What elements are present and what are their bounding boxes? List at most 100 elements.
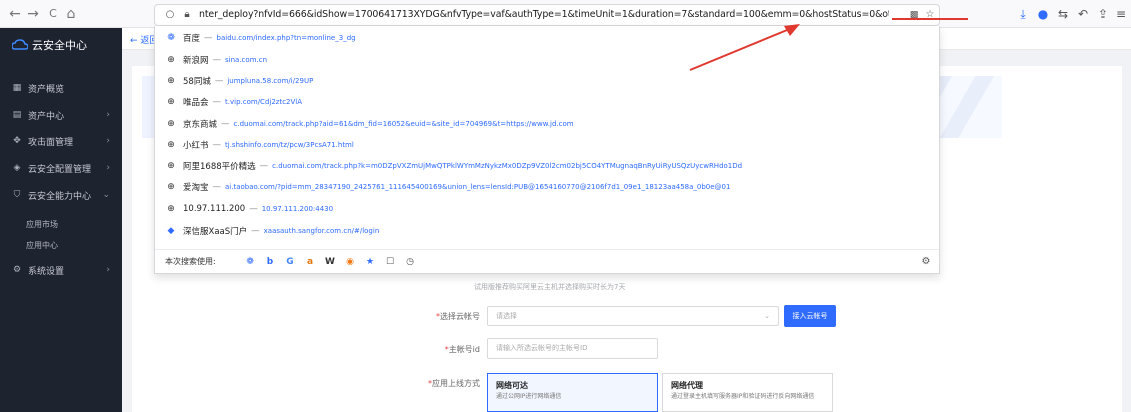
- suggestion-title: 10.97.111.200: [183, 204, 246, 214]
- separator: —: [259, 161, 269, 171]
- suggestion-row[interactable]: ⊕ 58同城 — jumpluna.58.com/i/29UP: [165, 71, 925, 91]
- suggestion-row[interactable]: ⊕ 小红书 — tj.shshinfo.com/tz/pcw/3PcsA71.h…: [165, 135, 925, 155]
- suggestion-url: xaasauth.sangfor.com.cn/#/login: [263, 227, 380, 235]
- option-desc: 通过公网IP进行网络通信: [496, 393, 562, 400]
- option-network-proxy[interactable]: 网络代理 通过登录主机填写服务器IP和验证码进行反向网络通信: [662, 373, 833, 412]
- google-engine-icon[interactable]: G: [283, 255, 297, 269]
- grid-icon: ▦: [12, 83, 22, 93]
- sangfor-icon: ◆: [167, 226, 175, 236]
- suggestion-title: 新浪网: [183, 56, 209, 66]
- suggestion-url: 10.97.111.200:4430: [261, 205, 334, 213]
- globe-icon: ⊕: [167, 76, 175, 86]
- document-icon: ▤: [12, 110, 22, 120]
- chevron-down-icon: ⌄: [102, 190, 110, 200]
- sidebar-item-label: 资产中心: [28, 111, 65, 122]
- history-icon[interactable]: ◷: [403, 255, 417, 269]
- sidebar-subitem-app-market[interactable]: 应用市场: [0, 215, 122, 233]
- sidebar-item-cloud-config[interactable]: ◈ 云安全配置管理 ›: [0, 158, 122, 178]
- sidebar-item-label: 攻击面管理: [28, 137, 74, 148]
- option-network-reachable[interactable]: 网络可达 通过公网IP进行网络通信: [487, 373, 658, 412]
- sidebar: 云安全中心 ▦ 资产概览 ▤ 资产中心 › ✥ 攻击面管理 › ◈ 云安全配置管…: [0, 28, 122, 412]
- suggestion-title: 阿里1688平价精选: [183, 162, 256, 172]
- globe-plain-icon: ⊕: [167, 204, 175, 214]
- suggestion-row[interactable]: ⊕ 唯品会 — t.vip.com/Cdj2ztc2VlA: [165, 92, 925, 112]
- brand-logo[interactable]: 云安全中心: [12, 37, 87, 53]
- duckduckgo-engine-icon[interactable]: ◉: [343, 255, 357, 269]
- annotation-arrow: [689, 24, 800, 71]
- option-title: 网络可达: [496, 381, 528, 390]
- suggestion-row[interactable]: ⊕ 爱淘宝 — ai.taobao.com/?pid=mm_28347190_2…: [165, 177, 925, 197]
- reload-icon[interactable]: C: [44, 5, 62, 23]
- colorful-extension-icon[interactable]: ●: [1034, 5, 1052, 23]
- sidebar-item-attack-surface[interactable]: ✥ 攻击面管理 ›: [0, 131, 122, 151]
- globe-icon: ⊕: [167, 119, 175, 129]
- back-icon[interactable]: ←: [6, 5, 24, 23]
- shield-icon: ⛉: [13, 190, 21, 200]
- globe-icon: ⊕: [167, 97, 175, 107]
- config-icon: ◈: [13, 163, 21, 173]
- account-label-text: 选择云帐号: [440, 312, 480, 321]
- separator: —: [204, 33, 213, 43]
- suggestion-title: 京东商城: [183, 120, 218, 130]
- cloud-logo-icon: [12, 39, 28, 50]
- deploy-mode-label: *应用上线方式: [400, 378, 480, 389]
- suggestion-title: 小红书: [183, 141, 209, 151]
- connect-cloud-account-button[interactable]: 接入云帐号: [784, 305, 836, 327]
- suggestion-row[interactable]: ⊕ 京东商城 — c.duomai.com/track.php?aid=61&d…: [165, 114, 925, 134]
- suggestion-title: 深信服XaaS门户: [183, 227, 248, 237]
- chevron-right-icon: ›: [106, 136, 110, 146]
- globe-icon: ⊕: [167, 55, 175, 65]
- suggestion-url: t.vip.com/Cdj2ztc2VlA: [225, 98, 303, 106]
- suggestion-url: ai.taobao.com/?pid=mm_28347190_2425761_1…: [225, 183, 731, 191]
- select-placeholder: 请选择: [496, 312, 517, 320]
- suggestion-row[interactable]: ⊕ 10.97.111.200 — 10.97.111.200:4430: [165, 199, 925, 219]
- suggestion-url: c.duomai.com/track.php?k=m0DZpVXZmUjMwQT…: [272, 162, 743, 170]
- gear-icon[interactable]: ⚙: [919, 255, 933, 269]
- annotation-underline: [892, 18, 968, 20]
- cloud-account-select[interactable]: 请选择 ⌄: [487, 306, 779, 326]
- menu-icon[interactable]: ≡: [1112, 5, 1130, 23]
- separator: —: [249, 204, 258, 214]
- sidebar-item-label: 系统设置: [28, 266, 65, 277]
- sidebar-item-label: 云安全能力中心: [28, 191, 92, 202]
- undo-icon[interactable]: ↶: [1074, 5, 1092, 23]
- sidebar-subitem-label: 应用市场: [26, 219, 58, 229]
- sidebar-item-asset-overview[interactable]: ▦ 资产概览: [0, 78, 122, 98]
- suggestion-url: baidu.com/index.php?tn=monline_3_dg: [216, 34, 356, 42]
- address-bar[interactable]: ○ 🔒︎ nter_deploy?nfvId=666&idShow=170064…: [154, 4, 968, 26]
- tabs-icon[interactable]: ☐: [383, 255, 397, 269]
- download-icon[interactable]: ⤓: [1014, 5, 1032, 23]
- option-title: 网络代理: [671, 381, 703, 390]
- wikipedia-engine-icon[interactable]: W: [323, 255, 337, 269]
- option-desc: 通过登录主机填写服务器IP和验证码进行反向网络通信: [671, 393, 815, 400]
- suggestion-title: 百度: [183, 34, 201, 44]
- sidebar-item-system-settings[interactable]: ⚙ 系统设置 ›: [0, 260, 122, 280]
- separator: —: [221, 119, 230, 129]
- extensions-icon[interactable]: ⇆: [1054, 5, 1072, 23]
- trial-hint: 试用版推荐购买阿里云主机并选择购买时长为7天: [474, 283, 626, 291]
- lock-icon[interactable]: 🔒︎: [180, 8, 194, 22]
- suggestion-row[interactable]: ⊕ 阿里1688平价精选 — c.duomai.com/track.php?k=…: [165, 156, 925, 176]
- baidu-engine-icon[interactable]: ❁: [243, 255, 257, 269]
- bing-engine-icon[interactable]: b: [263, 255, 277, 269]
- bookmarks-icon[interactable]: ★: [363, 255, 377, 269]
- account-label: *选择云帐号: [400, 311, 480, 322]
- suggestion-row[interactable]: ❁ 百度 — baidu.com/index.php?tn=monline_3_…: [165, 28, 925, 48]
- suggestion-title: 唯品会: [183, 98, 209, 108]
- sidebar-item-asset-center[interactable]: ▤ 资产中心 ›: [0, 105, 122, 125]
- globe-icon: ⊕: [167, 140, 175, 150]
- home-icon[interactable]: ⌂: [62, 5, 80, 23]
- search-engine-label: 本次搜索使用:: [165, 257, 216, 266]
- share-icon[interactable]: ⇪: [1094, 5, 1112, 23]
- brand-name: 云安全中心: [32, 39, 87, 52]
- separator: —: [212, 97, 222, 107]
- sidebar-subitem-app-center[interactable]: 应用中心: [0, 236, 122, 254]
- shield-outline-icon[interactable]: ○: [163, 8, 177, 22]
- amazon-engine-icon[interactable]: a: [303, 255, 317, 269]
- forward-icon[interactable]: →: [24, 5, 42, 23]
- sidebar-item-capability-center[interactable]: ⛉ 云安全能力中心 ⌄: [0, 185, 122, 205]
- separator: —: [212, 140, 222, 150]
- suggestion-row[interactable]: ⊕ 新浪网 — sina.com.cn: [165, 50, 925, 70]
- main-account-id-input[interactable]: 请输入所选云帐号的主帐号ID: [487, 338, 658, 359]
- suggestion-row[interactable]: ◆ 深信服XaaS门户 — xaasauth.sangfor.com.cn/#/…: [165, 221, 925, 241]
